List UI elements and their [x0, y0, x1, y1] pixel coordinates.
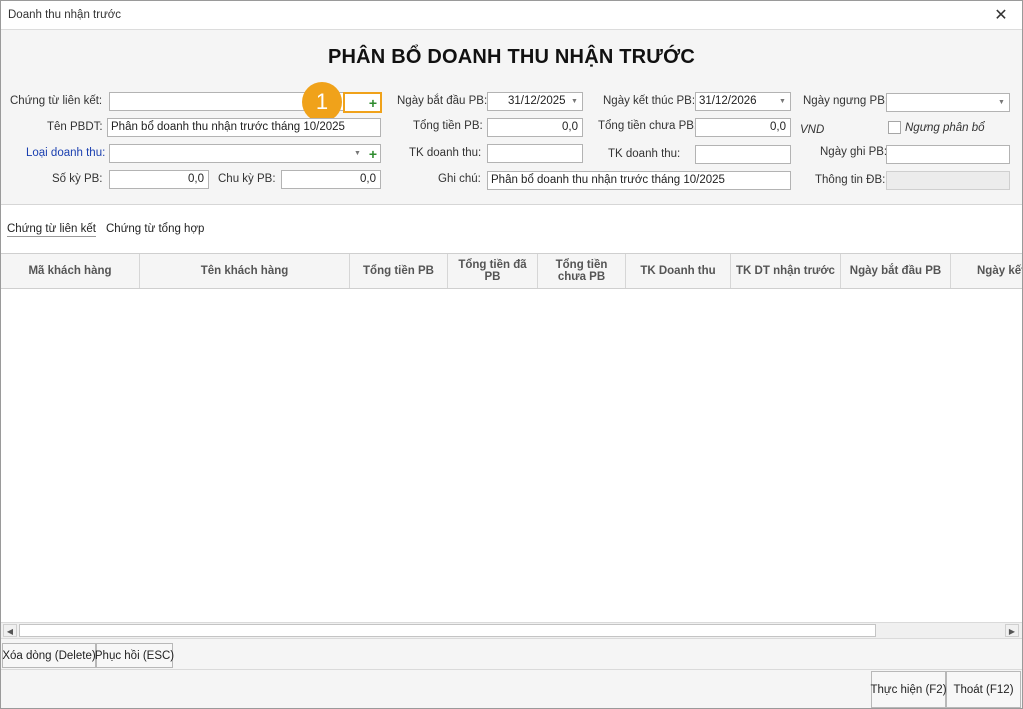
ngay-ngung-pb-label: Ngày ngưng PB:	[803, 95, 889, 107]
column-header[interactable]: Tên khách hàng	[140, 254, 350, 288]
callout-badge: 1	[302, 82, 342, 122]
column-header[interactable]: Tổng tiền chưa PB	[538, 254, 626, 288]
thong-tin-db-field	[886, 171, 1010, 190]
tk-doanh-thu-label: TK doanh thu:	[409, 147, 482, 159]
ngay-bat-dau-pb-field[interactable]: 31/12/2025 ▼	[487, 92, 583, 111]
column-header[interactable]: Tổng tiền PB	[350, 254, 448, 288]
tong-tien-chua-pb-field[interactable]: 0,0	[695, 118, 791, 137]
chevron-down-icon: ▼	[571, 98, 578, 105]
ngay-ngung-pb-field[interactable]: ▼	[886, 93, 1010, 112]
restore-button[interactable]: Phục hồi (ESC)	[95, 643, 174, 668]
window-title: Doanh thu nhận trước	[8, 9, 122, 21]
ngay-ket-thuc-pb-field[interactable]: 31/12/2026 ▼	[695, 92, 791, 111]
grid-header: Mã khách hàng Tên khách hàng Tổng tiền P…	[1, 253, 1022, 289]
chu-ky-pb-field[interactable]: 0,0	[281, 170, 381, 189]
chevron-down-icon: ▼	[998, 99, 1005, 106]
footer-bar: Thực hiện (F2) Thoát (F12)	[1, 670, 1022, 708]
title-bar: Doanh thu nhận trước ✕	[1, 1, 1022, 30]
plus-icon[interactable]: +	[367, 147, 379, 161]
tk-doanh-thu-field[interactable]	[487, 144, 583, 163]
tab-strip: Chứng từ liên kết Chứng từ tổng hợp	[1, 206, 1022, 252]
so-ky-pb-label: Số kỳ PB:	[52, 173, 103, 185]
ngung-phan-bo-label: Ngưng phân bổ	[905, 122, 985, 134]
loai-doanh-thu-select[interactable]: ▼ +	[109, 144, 381, 163]
so-ky-pb-field[interactable]: 0,0	[109, 170, 209, 189]
column-header[interactable]: Tổng tiền đã PB	[448, 254, 538, 288]
tab-chung-tu-lien-ket[interactable]: Chứng từ liên kết	[7, 223, 96, 237]
horizontal-scrollbar[interactable]: ◀ ▶	[1, 622, 1022, 638]
scroll-thumb[interactable]	[19, 624, 876, 637]
ghi-chu-label: Ghi chú:	[438, 173, 481, 185]
thong-tin-db-label: Thông tin ĐB:	[815, 174, 886, 186]
tong-tien-chua-pb-label: Tổng tiền chưa PB:	[598, 120, 698, 132]
plus-icon: +	[368, 95, 378, 111]
row-action-bar: Xóa dòng (Delete) Phục hồi (ESC)	[1, 638, 1022, 670]
tk-doanh-thu-field-2[interactable]	[695, 145, 791, 164]
chung-tu-lien-ket-label: Chứng từ liên kết:	[10, 95, 103, 107]
loai-doanh-thu-label: Loại doanh thu:	[26, 147, 106, 159]
ngay-ket-thuc-pb-label: Ngày kết thúc PB:	[603, 95, 696, 107]
close-icon[interactable]: ✕	[991, 7, 1011, 25]
column-header[interactable]: TK DT nhận trước	[731, 254, 841, 288]
column-header[interactable]: TK Doanh thu	[626, 254, 731, 288]
currency-label: VND	[800, 124, 825, 136]
ngay-ghi-pb-label: Ngày ghi PB:	[820, 146, 888, 158]
execute-button[interactable]: Thực hiện (F2)	[870, 671, 947, 708]
page-title: PHÂN BỔ DOANH THU NHẬN TRƯỚC	[327, 46, 696, 68]
ten-pbdt-field[interactable]: Phân bổ doanh thu nhận trước tháng 10/20…	[107, 118, 381, 137]
tk-doanh-thu-label-2: TK doanh thu:	[608, 148, 681, 160]
ngung-phan-bo-checkbox[interactable]	[888, 121, 901, 134]
column-header[interactable]: Ngày kết	[951, 254, 1022, 288]
ngay-ket-thuc-pb-value: 31/12/2026	[699, 95, 757, 107]
ghi-chu-field[interactable]: Phân bổ doanh thu nhận trước tháng 10/20…	[487, 171, 791, 190]
chevron-down-icon: ▼	[354, 150, 361, 157]
grid-body[interactable]	[1, 289, 1022, 622]
tab-chung-tu-tong-hop[interactable]: Chứng từ tổng hợp	[106, 223, 204, 235]
chu-ky-pb-label: Chu kỳ PB:	[218, 173, 276, 185]
scroll-left-icon[interactable]: ◀	[3, 624, 17, 637]
delete-row-button[interactable]: Xóa dòng (Delete)	[2, 643, 96, 668]
ten-pbdt-label: Tên PBDT:	[47, 121, 103, 133]
tong-tien-pb-label: Tổng tiền PB:	[413, 120, 483, 132]
ngay-bat-dau-pb-value: 31/12/2025	[508, 95, 566, 107]
exit-button[interactable]: Thoát (F12)	[946, 671, 1021, 708]
column-header[interactable]: Mã khách hàng	[1, 254, 140, 288]
scroll-right-icon[interactable]: ▶	[1005, 624, 1019, 637]
chevron-down-icon: ▼	[779, 98, 786, 105]
ngay-bat-dau-pb-label: Ngày bắt đầu PB:	[397, 95, 488, 107]
column-header[interactable]: Ngày bắt đầu PB	[841, 254, 951, 288]
ngay-ghi-pb-field[interactable]	[886, 145, 1010, 164]
tong-tien-pb-field[interactable]: 0,0	[487, 118, 583, 137]
add-chung-tu-button[interactable]: +	[343, 92, 382, 113]
